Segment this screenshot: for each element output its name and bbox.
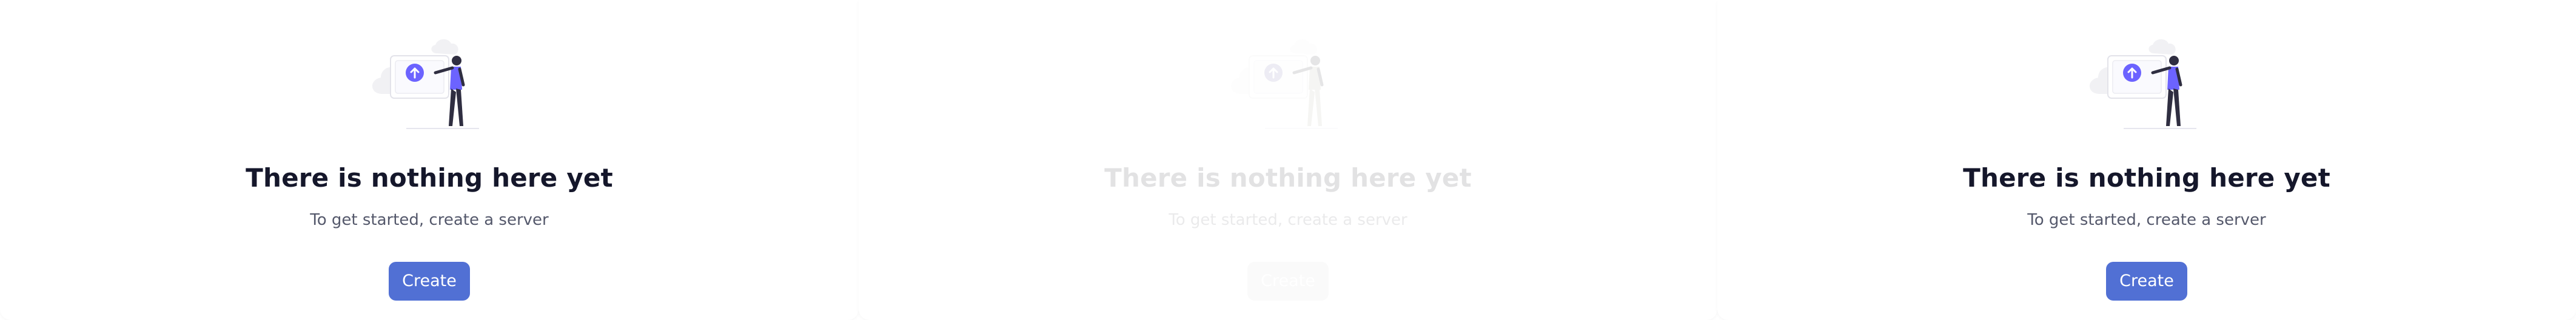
empty-state-panel-2: There is nothing here yet To get started… — [859, 0, 1717, 320]
create-button[interactable]: Create — [389, 262, 470, 301]
empty-state-subtext: To get started, create a server — [310, 211, 549, 229]
empty-state-panel-1: There is nothing here yet To get started… — [0, 0, 859, 320]
empty-state-content: There is nothing here yet To get started… — [1717, 0, 2576, 320]
empty-state-subtext: To get started, create a server — [1169, 211, 1407, 229]
empty-state-content: There is nothing here yet To get started… — [859, 0, 1717, 320]
empty-state-subtext: To get started, create a server — [2027, 211, 2266, 229]
person-presenting-upload-illustration — [372, 39, 479, 129]
empty-state-heading: There is nothing here yet — [246, 163, 613, 193]
person-presenting-upload-illustration — [1230, 39, 1338, 129]
empty-state-heading: There is nothing here yet — [1104, 163, 1472, 193]
empty-state-content: There is nothing here yet To get started… — [0, 0, 859, 320]
create-button[interactable]: Create — [2106, 262, 2187, 301]
create-button-wrap: Create — [859, 262, 1717, 301]
empty-state-strip: There is nothing here yet To get started… — [0, 0, 2576, 320]
empty-state-panel-3: There is nothing here yet To get started… — [1717, 0, 2576, 320]
person-presenting-upload-illustration — [2089, 39, 2196, 129]
empty-state-heading: There is nothing here yet — [1963, 163, 2330, 193]
create-button-wrap: Create — [1717, 262, 2576, 301]
create-button-wrap: Create — [0, 262, 859, 301]
create-button[interactable]: Create — [1247, 262, 1329, 301]
